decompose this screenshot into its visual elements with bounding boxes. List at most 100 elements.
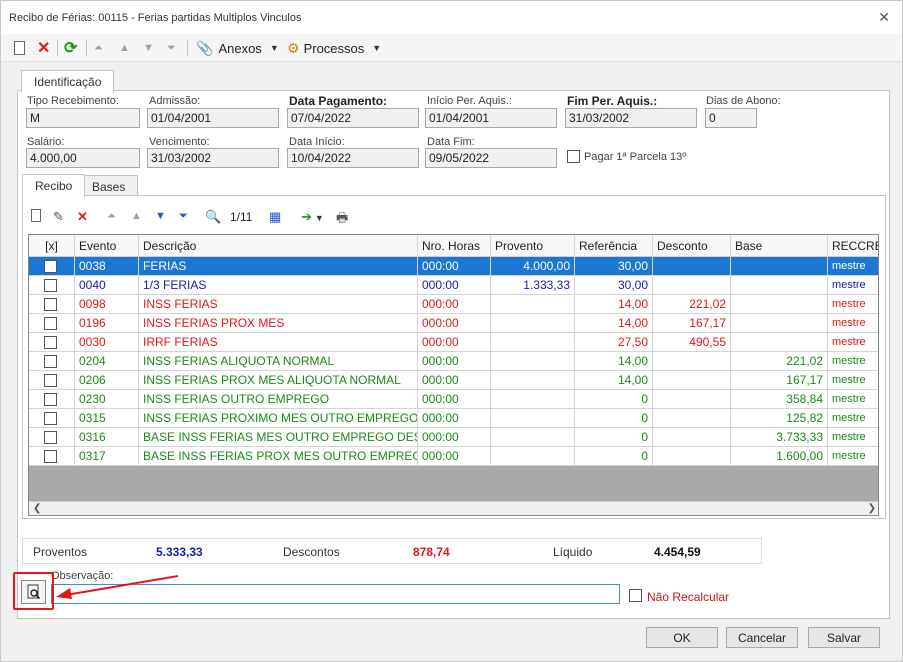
- table-row[interactable]: 0204 INSS FERIAS ALIQUOTA NORMAL 000:00 14,…: [29, 352, 878, 371]
- col-reccre-header[interactable]: RECCRE: [828, 235, 878, 257]
- grid-first-button[interactable]: ⏶: [107, 210, 116, 223]
- tipo-recebimento-field[interactable]: M: [26, 108, 140, 128]
- table-row[interactable]: 0230 INSS FERIAS OUTRO EMPREGO 000:00 0 358,…: [29, 390, 878, 409]
- grid-print-button[interactable]: 🖶: [336, 209, 348, 231]
- col-descricao-cell: BASE INSS FERIAS MES OUTRO EMPREGO DESC.…: [139, 428, 418, 447]
- col-evento-cell: 0196: [75, 314, 139, 333]
- row-checkbox[interactable]: [44, 260, 57, 273]
- fim-per-aquis-field[interactable]: 31/03/2002: [565, 108, 697, 128]
- salario-field[interactable]: 4.000,00: [26, 148, 140, 168]
- row-select-cell[interactable]: [29, 295, 75, 314]
- refresh-button[interactable]: ⟳: [64, 38, 77, 58]
- horizontal-scrollbar[interactable]: ❮ ❯: [29, 501, 878, 515]
- grid-previous-button[interactable]: ▲: [131, 210, 142, 222]
- row-checkbox[interactable]: [44, 279, 57, 292]
- delete-icon: ✕: [37, 40, 51, 57]
- table-row[interactable]: 0317 BASE INSS FERIAS PROX MES OUTRO EMPR…: [29, 447, 878, 466]
- data-inicio-field[interactable]: 10/04/2022: [287, 148, 419, 168]
- col-desconto-header[interactable]: Desconto: [653, 235, 731, 257]
- previous-record-button[interactable]: ▲: [119, 38, 130, 58]
- cancelar-button[interactable]: Cancelar: [726, 627, 798, 648]
- dias-abono-field[interactable]: 0: [705, 108, 757, 128]
- row-select-cell[interactable]: [29, 409, 75, 428]
- table-row[interactable]: 0030 IRRF FERIAS 000:00 27,50 490,55 mestre: [29, 333, 878, 352]
- nao-recalcular-checkbox[interactable]: [629, 589, 642, 602]
- col-base-header[interactable]: Base: [731, 235, 828, 257]
- row-select-cell[interactable]: [29, 276, 75, 295]
- pagar-parcela-checkbox[interactable]: [567, 150, 580, 163]
- col-checkbox-header[interactable]: [x]: [29, 235, 75, 257]
- table-row[interactable]: 0038 FERIAS 000:00 4.000,00 30,00 mestre: [29, 257, 878, 276]
- col-reccre-cell: mestre: [828, 314, 878, 333]
- row-select-cell[interactable]: [29, 428, 75, 447]
- row-select-cell[interactable]: [29, 390, 75, 409]
- col-referencia-cell: 14,00: [575, 371, 653, 390]
- col-evento-cell: 0098: [75, 295, 139, 314]
- col-referencia-cell: 30,00: [575, 257, 653, 276]
- anexos-menu-button[interactable]: 📎 Anexos ▼: [196, 38, 279, 58]
- table-row[interactable]: 0316 BASE INSS FERIAS MES OUTRO EMPREGO D…: [29, 428, 878, 447]
- close-icon[interactable]: ✕: [878, 9, 890, 26]
- col-referencia-cell: 0: [575, 390, 653, 409]
- row-checkbox[interactable]: [44, 298, 57, 311]
- row-checkbox[interactable]: [44, 336, 57, 349]
- table-row[interactable]: 0196 INSS FERIAS PROX MES 000:00 14,00 167,1…: [29, 314, 878, 333]
- new-button[interactable]: [14, 38, 25, 58]
- new-document-icon: [14, 41, 25, 55]
- first-record-button[interactable]: ⏶: [94, 38, 103, 58]
- data-pagamento-field[interactable]: 07/04/2022: [287, 108, 419, 128]
- col-desconto-cell: [653, 428, 731, 447]
- row-checkbox[interactable]: [44, 412, 57, 425]
- row-select-cell[interactable]: [29, 352, 75, 371]
- grid-edit-button[interactable]: ✎: [53, 209, 64, 225]
- row-select-cell[interactable]: [29, 447, 75, 466]
- col-desconto-cell: [653, 447, 731, 466]
- vencimento-field[interactable]: 31/03/2002: [147, 148, 279, 168]
- grid-search-button[interactable]: 🔍: [205, 209, 221, 225]
- tab-bases[interactable]: Bases: [79, 175, 139, 197]
- grid-export-button[interactable]: ➔ ▼: [301, 209, 324, 225]
- paperclip-icon: 📎: [196, 39, 214, 56]
- grid-new-button[interactable]: [31, 209, 41, 225]
- table-row[interactable]: 0206 INSS FERIAS PROX MES ALIQUOTA NORMAL…: [29, 371, 878, 390]
- salvar-button[interactable]: Salvar: [808, 627, 880, 648]
- col-descricao-header[interactable]: Descrição: [139, 235, 418, 257]
- last-record-button[interactable]: ⏷: [167, 38, 176, 58]
- col-evento-header[interactable]: Evento: [75, 235, 139, 257]
- col-provento-header[interactable]: Provento: [491, 235, 575, 257]
- processos-menu-button[interactable]: ⚙ Processos ▼: [287, 38, 381, 58]
- admissao-field[interactable]: 01/04/2001: [147, 108, 279, 128]
- table-row[interactable]: 0098 INSS FERIAS 000:00 14,00 221,02 mestre: [29, 295, 878, 314]
- table-row[interactable]: 0315 INSS FERIAS PROXIMO MES OUTRO EMPREG…: [29, 409, 878, 428]
- row-select-cell[interactable]: [29, 371, 75, 390]
- row-checkbox[interactable]: [44, 317, 57, 330]
- row-checkbox[interactable]: [44, 393, 57, 406]
- next-record-button[interactable]: ▼: [143, 38, 154, 58]
- grid-next-button[interactable]: ▼: [155, 210, 166, 222]
- col-referencia-header[interactable]: Referência: [575, 235, 653, 257]
- scroll-right-icon[interactable]: ❯: [868, 503, 876, 514]
- row-select-cell[interactable]: [29, 333, 75, 352]
- col-nro-horas-header[interactable]: Nro. Horas: [418, 235, 491, 257]
- binoculars-icon: 🔍: [205, 209, 222, 224]
- col-desconto-cell: [653, 409, 731, 428]
- first-record-icon: ⏶: [94, 41, 103, 54]
- ok-button[interactable]: OK: [646, 627, 718, 648]
- scroll-left-icon[interactable]: ❮: [33, 503, 41, 514]
- row-checkbox[interactable]: [44, 374, 57, 387]
- row-checkbox[interactable]: [44, 431, 57, 444]
- row-select-cell[interactable]: [29, 314, 75, 333]
- tab-recibo[interactable]: Recibo: [22, 174, 86, 197]
- row-checkbox[interactable]: [44, 450, 57, 463]
- row-select-cell[interactable]: [29, 257, 75, 276]
- delete-button[interactable]: ✕: [37, 38, 50, 58]
- tab-identificacao[interactable]: Identificação: [21, 70, 115, 93]
- grid-last-button[interactable]: ⏷: [179, 210, 188, 223]
- row-checkbox[interactable]: [44, 355, 57, 368]
- table-row[interactable]: 0040 1/3 FERIAS 000:00 1.333,33 30,00 mestre: [29, 276, 878, 295]
- grid-columns-button[interactable]: ▦: [269, 209, 281, 225]
- data-fim-field[interactable]: 09/05/2022: [425, 148, 557, 168]
- descontos-label: Descontos: [283, 545, 340, 559]
- grid-delete-button[interactable]: ✕: [77, 209, 88, 225]
- inicio-per-aquis-field[interactable]: 01/04/2001: [425, 108, 557, 128]
